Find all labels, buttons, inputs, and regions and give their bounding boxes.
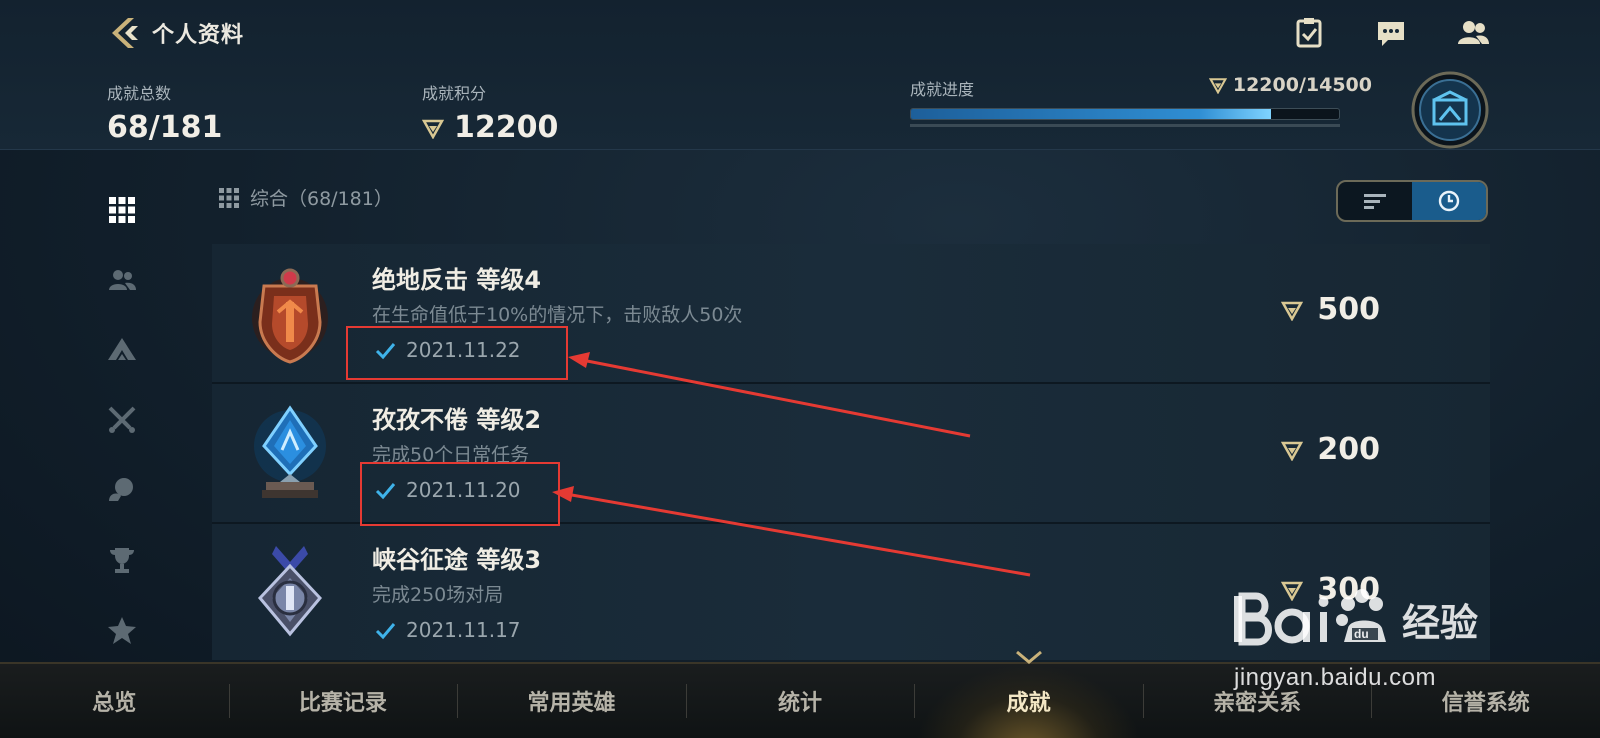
achievement-date: 2021.11.17	[374, 618, 521, 642]
sidebar-item-all[interactable]	[100, 175, 144, 245]
friends-icon[interactable]	[1456, 16, 1490, 50]
points-icon	[1281, 301, 1304, 321]
page-title: 个人资料	[152, 23, 245, 48]
achievement-points-value: 12200	[454, 110, 559, 145]
chat-icon[interactable]	[1374, 16, 1408, 50]
sidebar-item-social[interactable]	[100, 455, 144, 525]
achievement-date-text: 2021.11.17	[406, 618, 521, 642]
header-actions	[1292, 16, 1490, 50]
baidu-logo-icon: du 经验	[1234, 589, 1478, 646]
achievement-title: 峡谷征途 等级3	[372, 546, 542, 574]
sidebar-item-combat[interactable]	[100, 385, 144, 455]
achievement-description: 完成250场对局	[372, 584, 504, 606]
tab-stats[interactable]: 统计	[685, 664, 915, 738]
sort-by-list-button[interactable]	[1338, 182, 1412, 220]
tab-achievements[interactable]: 成就	[914, 650, 1143, 738]
annotation-highlight-box	[346, 326, 568, 380]
task-check-icon[interactable]	[1292, 16, 1326, 50]
team-icon	[109, 270, 136, 290]
star-icon	[108, 617, 136, 644]
progress-underline	[910, 124, 1340, 127]
achievement-title: 绝地反击 等级4	[372, 266, 542, 294]
achievement-emblem-icon[interactable]	[1410, 70, 1490, 150]
rank-up-icon	[108, 338, 136, 360]
achievement-points-value: 200	[1317, 432, 1380, 467]
achievement-progress: 成就进度 12200/14500	[910, 74, 1372, 127]
check-icon	[375, 623, 396, 640]
active-tab-marker-icon	[1015, 650, 1042, 664]
sort-list-icon	[1364, 194, 1386, 209]
svg-text:经验: 经验	[1402, 601, 1478, 645]
tab-favorite-heroes[interactable]: 常用英雄	[457, 664, 686, 738]
achievement-points: 500	[1281, 292, 1380, 327]
filter-label: 综合（68/181）	[250, 188, 393, 210]
tab-match-history[interactable]: 比赛记录	[228, 664, 458, 738]
achievement-total-label: 成就总数	[107, 84, 172, 103]
rift-journey-badge-icon	[257, 546, 323, 637]
achievement-points: 成就积分 12200	[422, 80, 558, 145]
svg-text:du: du	[1354, 627, 1369, 641]
achievement-description: 在生命值低于10%的情况下，击败敌人50次	[372, 304, 743, 326]
back-chevron-icon	[112, 18, 138, 48]
points-icon	[1281, 441, 1304, 461]
achievement-page: 个人资料 成就总数 68/181 成就积分 12200 成就进度 12200/1…	[0, 0, 1600, 738]
comeback-badge-icon	[252, 268, 328, 364]
achievement-title: 孜孜不倦 等级2	[372, 406, 542, 434]
social-icon	[109, 478, 133, 501]
grid-icon	[219, 187, 239, 208]
tireless-badge-icon	[254, 405, 326, 498]
watermark-url: jingyan.baidu.com	[1234, 664, 1436, 691]
category-filter[interactable]: 综合（68/181）	[218, 184, 393, 211]
sidebar-item-team[interactable]	[100, 245, 144, 315]
progress-bar-fill	[911, 109, 1271, 119]
achievement-points-label: 成就积分	[422, 84, 487, 103]
annotation-highlight-box	[360, 462, 560, 526]
sort-toggle	[1336, 180, 1488, 222]
achievement-points-value: 500	[1317, 292, 1380, 327]
trophy-icon	[110, 548, 134, 573]
sidebar-item-favorites[interactable]	[100, 595, 144, 665]
crossed-swords-icon	[108, 406, 136, 433]
category-sidebar	[100, 175, 144, 665]
achievement-total: 成就总数 68/181	[107, 80, 222, 145]
achievement-total-value: 68/181	[107, 110, 223, 145]
progress-bar	[910, 108, 1340, 120]
tab-overview[interactable]: 总览	[0, 664, 229, 738]
sort-by-time-button[interactable]	[1412, 182, 1486, 220]
grid-icon	[109, 197, 135, 223]
points-icon	[1208, 78, 1227, 94]
back-button[interactable]: 个人资料	[108, 16, 244, 50]
sidebar-item-trophy[interactable]	[100, 525, 144, 595]
baidu-watermark: du 经验 jingyan.baidu.com	[1230, 580, 1510, 700]
sidebar-item-rank[interactable]	[100, 315, 144, 385]
profile-header: 个人资料 成就总数 68/181 成就积分 12200 成就进度 12200/1…	[0, 0, 1600, 150]
points-icon	[422, 119, 444, 139]
achievement-points: 200	[1281, 432, 1380, 467]
progress-text: 12200/14500	[1232, 74, 1372, 96]
clock-icon	[1438, 190, 1460, 212]
